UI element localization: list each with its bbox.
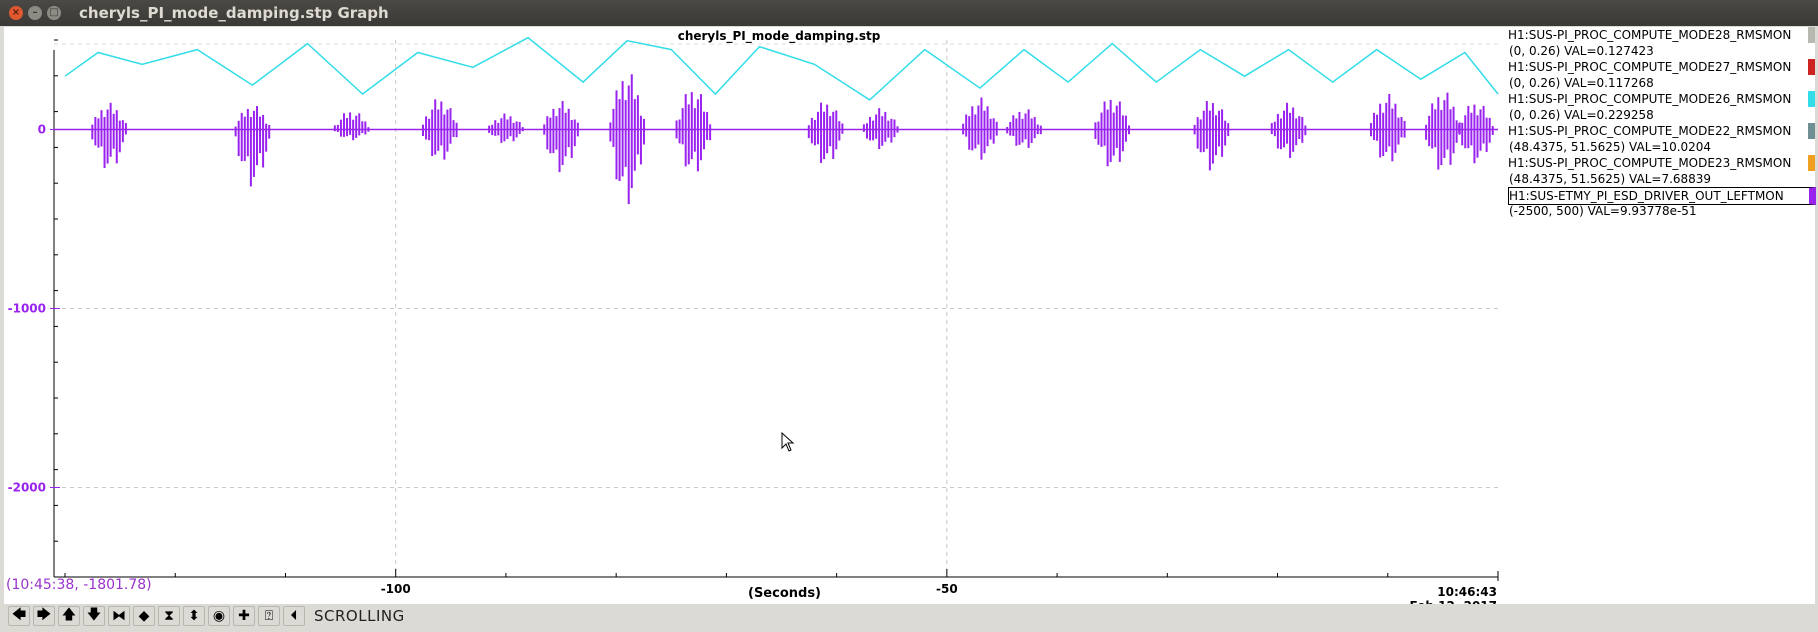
pan-right-button[interactable]: 🡆 [33,606,55,626]
series-burst-esd [543,101,579,173]
autoscale-button[interactable]: ⍰ [258,606,280,626]
legend-series-name: H1:SUS-PI_PROC_COMPUTE_MODE22_RMSMON [1508,123,1815,139]
legend-entry[interactable]: H1:SUS-PI_PROC_COMPUTE_MODE22_RMSMON (48.… [1504,123,1816,155]
series-burst-esd [1006,109,1042,148]
legend-series-value: (0, 0.26) VAL=0.229258 [1509,108,1654,122]
x-tick-label: -100 [381,582,411,596]
series-burst-esd [333,112,370,141]
series-layer [54,36,1499,205]
graph-area[interactable]: cheryls_PI_mode_damping.stp -100 -50 0 -100… [4,27,1816,613]
legend-series-name: H1:SUS-PI_PROC_COMPUTE_MODE23_RMSMON [1508,155,1815,171]
legend-series-name: H1:SUS-PI_PROC_COMPUTE_MODE27_RMSMON [1508,59,1815,75]
zoom-y-out-icon: ⬍ [188,608,200,624]
pan-up-button[interactable]: 🡅 [58,606,80,626]
chart-title: cheryls_PI_mode_damping.stp [678,29,881,44]
legend-entry[interactable]: H1:SUS-PI_PROC_COMPUTE_MODE26_RMSMON (0, … [1504,91,1816,123]
zoom-y-in-button[interactable]: ⧗ [158,606,180,626]
plus-icon: ✚ [238,608,250,624]
series-burst-esd [1193,101,1230,171]
arrow-right-icon: 🡆 [36,607,52,623]
plot-canvas[interactable]: cheryls_PI_mode_damping.stp -100 -50 0 -100… [4,27,1504,604]
mode-label: SCROLLING [314,607,405,625]
series-burst-esd [1458,104,1494,164]
zoom-x-out-button[interactable]: ◆ [133,606,155,626]
series-burst-esd [1369,93,1406,162]
pan-down-button[interactable]: 🡇 [83,606,105,626]
close-button[interactable]: × [9,6,23,20]
toolbar: 🡄 🡆 🡅 🡇 ⧓ ◆ ⧗ ⬍ ◉ ✚ ⍰ ⏴ SCROLLING [0,604,1818,628]
legend-series-value: (-2500, 500) VAL=9.93778e-51 [1509,204,1697,218]
series-line-mode26 [64,36,1499,101]
series-burst-esd [1270,102,1307,158]
record-button[interactable]: ◉ [208,606,230,626]
autoscale-icon: ⍰ [264,608,274,624]
y-tick-label: -2000 [8,481,46,495]
y-tick-label: 0 [38,123,46,137]
cursor-readout: (10:45:38, -1801.78) [6,577,152,593]
zoom-y-in-icon: ⧗ [164,608,174,624]
legend-series-name: H1:SUS-ETMY_PI_ESD_DRIVER_OUT_LEFTMON [1508,187,1816,205]
pan-left-button[interactable]: 🡄 [8,606,30,626]
back-icon: ⏴ [290,608,298,624]
series-burst-esd [488,113,524,143]
maximize-button[interactable]: □ [47,6,61,20]
window-title: cheryls_PI_mode_damping.stp Graph [79,4,389,22]
series-burst-esd [91,102,127,168]
series-burst-esd [1425,92,1461,170]
legend-series-value: (0, 0.26) VAL=0.127423 [1509,44,1654,58]
zoom-x-in-icon: ⧓ [112,608,126,624]
series-burst-esd [609,74,645,205]
legend-series-name: H1:SUS-PI_PROC_COMPUTE_MODE26_RMSMON [1508,91,1815,107]
title-bar: × – □ cheryls_PI_mode_damping.stp Graph [0,0,1818,26]
y-tick-label: -1000 [8,302,46,316]
legend-entry[interactable]: H1:SUS-PI_PROC_COMPUTE_MODE23_RMSMON (48.… [1504,155,1816,187]
zoom-x-out-icon: ◆ [138,608,150,624]
legend-entry[interactable]: H1:SUS-PI_PROC_COMPUTE_MODE27_RMSMON (0, … [1504,59,1816,91]
minimize-button[interactable]: – [28,6,42,20]
series-burst-esd [1094,99,1130,167]
add-button[interactable]: ✚ [233,606,255,626]
series-burst-esd [234,106,271,187]
legend-series-value: (48.4375, 51.5625) VAL=10.0204 [1509,140,1712,154]
legend-entry[interactable]: H1:SUS-PI_PROC_COMPUTE_MODE28_RMSMON (0, … [1504,27,1816,59]
series-burst-esd [675,92,712,172]
back-button[interactable]: ⏴ [283,606,305,626]
legend: H1:SUS-PI_PROC_COMPUTE_MODE28_RMSMON (0, … [1504,27,1816,219]
series-burst-esd [962,97,998,160]
arrow-left-icon: 🡄 [11,607,27,623]
x-axis-label: (Seconds) [748,586,821,601]
legend-series-value: (48.4375, 51.5625) VAL=7.68839 [1509,172,1712,186]
legend-series-value: (0, 0.26) VAL=0.117268 [1509,76,1654,90]
arrow-up-icon: 🡅 [61,607,77,623]
zoom-x-in-button[interactable]: ⧓ [108,606,130,626]
record-icon: ◉ [212,608,226,624]
zoom-y-out-button[interactable]: ⬍ [183,606,205,626]
x-tick-label: -50 [936,582,958,596]
series-burst-esd [862,108,899,150]
legend-entry[interactable]: H1:SUS-ETMY_PI_ESD_DRIVER_OUT_LEFTMON (-2… [1504,187,1816,219]
mouse-pointer-icon [781,432,795,452]
timestamp-time: 10:46:43 [1437,585,1497,599]
legend-series-name: H1:SUS-PI_PROC_COMPUTE_MODE28_RMSMON [1508,27,1815,43]
arrow-down-icon: 🡇 [86,607,102,623]
series-burst-esd [807,102,844,163]
